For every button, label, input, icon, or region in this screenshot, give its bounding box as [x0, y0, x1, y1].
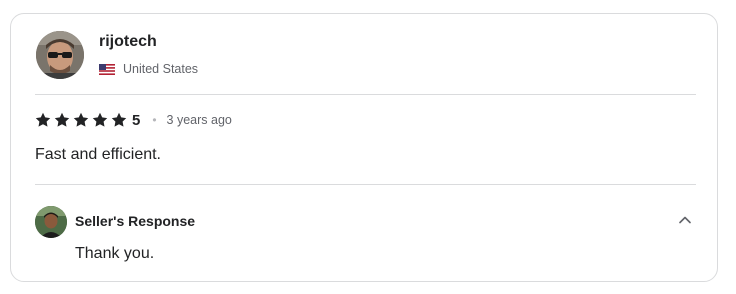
separator-dot: • — [152, 113, 157, 127]
reviewer-username[interactable]: rijotech — [99, 33, 157, 51]
divider — [35, 94, 696, 95]
seller-response-label: Seller's Response — [75, 213, 196, 229]
chevron-up-icon[interactable] — [675, 210, 695, 230]
review-text: Fast and efficient. — [35, 146, 161, 163]
review-time: 3 years ago — [166, 113, 232, 127]
star-icon — [73, 112, 89, 127]
seller-avatar — [35, 206, 67, 238]
reviewer-avatar[interactable] — [36, 31, 84, 79]
country-name: United States — [123, 62, 199, 76]
star-icon — [92, 112, 108, 127]
seller-response-text: Thank you. — [75, 245, 155, 262]
us-flag-icon — [99, 63, 115, 75]
star-rating — [35, 112, 130, 128]
review-card: rijotech United States 5 • 3 years ago F… — [10, 13, 718, 282]
star-icon — [54, 112, 70, 127]
star-icon — [35, 112, 51, 127]
rating-row: 5 • 3 years ago — [35, 111, 232, 129]
reviewer-country: United States — [99, 62, 198, 76]
rating-value: 5 — [132, 111, 141, 129]
star-icon — [111, 112, 127, 127]
divider — [35, 184, 696, 185]
